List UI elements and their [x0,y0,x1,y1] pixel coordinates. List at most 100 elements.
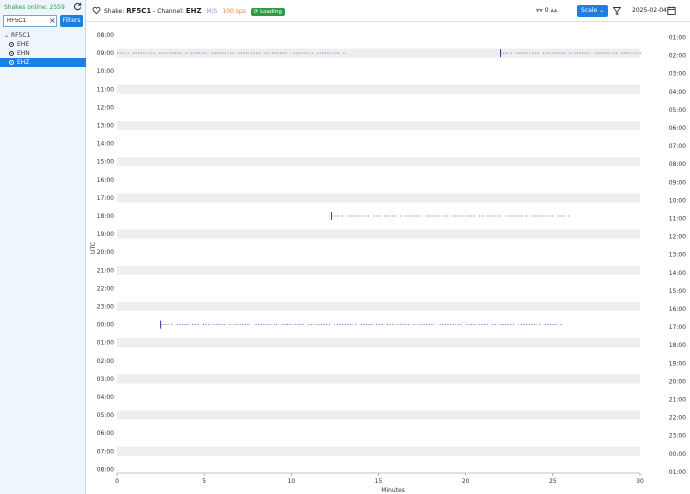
clear-icon[interactable]: × [49,16,56,26]
decrease-gain-icon[interactable]: ⩔⩔ [536,7,543,14]
station-tree: ⌄ RF5C1 EHE EHN EHZ [0,31,86,67]
right-time-label: 08:00 [669,161,686,168]
right-time-label: 10:00 [669,197,686,204]
filters-button[interactable]: Filters [60,15,83,27]
station-label: RF5C1 [10,32,31,39]
row-band [117,410,640,420]
right-time-label: 15:00 [669,288,686,295]
filter-icon[interactable] [613,5,621,17]
row-bands [117,48,640,456]
row-band [117,84,640,94]
channel-item-ehz[interactable]: EHZ [0,58,86,67]
right-time-label: 06:00 [669,125,686,132]
trace [160,320,562,329]
right-time-label: 02:00 [669,53,686,60]
x-tick-label: 20 [462,478,470,485]
x-axis-label: Minutes [381,487,405,494]
left-time-label: 15:00 [97,159,114,166]
x-tick-label: 5 [202,478,206,485]
shakes-online-count: Shakes online: 2559 [4,4,65,11]
x-axis-ticks: 0 5 10 15 20 25 30 [115,473,644,485]
left-time-label: 21:00 [97,267,114,274]
right-time-label: 07:00 [669,143,686,150]
helicorder-chart: 08:00 09:00 10:00 11:00 12:00 13:00 14:00 15:00… [90,32,686,494]
left-time-label: 08:00 [97,466,114,473]
heart-icon[interactable] [92,6,101,15]
right-time-label: 01:00 [669,35,686,42]
row-band [117,338,640,348]
left-time-label: 04:00 [97,394,114,401]
left-time-label: 00:00 [97,322,114,329]
scale-button[interactable]: Scale ⌄ [577,5,609,17]
right-time-label: 04:00 [669,89,686,96]
scale-label: Scale [581,7,598,14]
date-field[interactable]: 2025-02-04 [632,5,667,17]
x-tick-label: 15 [375,478,383,485]
row-band [117,229,640,239]
refresh-icon[interactable] [73,2,82,11]
calendar-icon[interactable] [667,5,676,17]
shake-name: RF5C1 [126,7,152,15]
gain-counter: 0 [544,7,549,14]
radio-icon [9,60,14,65]
left-time-label: 19:00 [97,231,114,238]
right-time-label: 18:00 [669,342,686,349]
left-time-label: 09:00 [97,50,114,57]
left-time-label: 08:00 [97,32,114,39]
left-time-label: 14:00 [97,141,114,148]
x-tick-label: 10 [288,478,296,485]
right-time-label: 11:00 [669,216,686,223]
row-band [117,121,640,130]
right-time-labels: 01:00 02:00 03:00 04:00 05:00 06:00 07:00 08:00… [669,35,686,476]
right-time-label: 00:00 [669,451,686,458]
x-tick-label: 0 [115,478,119,485]
right-time-label: 17:00 [669,324,686,331]
loading-label: Loading [260,9,282,15]
right-time-label: 23:00 [669,433,686,440]
left-time-label: 18:00 [97,213,114,220]
left-time-label: 20:00 [97,249,114,256]
y-axis-label: UTC [90,242,97,254]
units-label: M/S [206,8,218,15]
increase-gain-icon[interactable]: ⩓⩓ [550,7,557,14]
left-time-label: 07:00 [97,448,114,455]
x-tick-label: 30 [636,478,644,485]
radio-icon [9,51,14,56]
right-time-label: 09:00 [669,179,686,186]
right-time-label: 16:00 [669,306,686,313]
channel-prefix: - Channel: [153,8,184,15]
right-time-label: 21:00 [669,397,686,404]
channel-item-ehn[interactable]: EHN [0,49,86,58]
channel-item-ehe[interactable]: EHE [0,40,86,49]
left-time-labels: 08:00 09:00 10:00 11:00 12:00 13:00 14:00 15:00… [97,32,114,473]
left-time-label: 10:00 [97,68,114,75]
header-toolbar: Shake: RF5C1 - Channel: EHZ M/S 100 sps … [86,0,690,22]
sps-label: 100 sps [222,8,246,15]
right-time-label: 01:00 [669,469,686,476]
row-band [117,265,640,275]
trace [330,212,570,220]
gain-control[interactable]: ⩔⩔ 0 ⩓⩓ [536,5,557,17]
row-band [117,193,640,203]
right-time-label: 05:00 [669,107,686,114]
left-time-label: 05:00 [97,412,114,419]
left-time-label: 13:00 [97,123,114,130]
right-time-label: 14:00 [669,270,686,277]
channel-name: EHZ [185,7,202,15]
channel-label: EHE [17,41,30,48]
radio-icon [9,42,14,47]
right-time-label: 22:00 [669,415,686,422]
right-time-label: 03:00 [669,71,686,78]
left-time-label: 12:00 [97,104,114,111]
left-time-label: 02:00 [97,358,114,365]
right-time-label: 12:00 [669,234,686,241]
left-time-label: 16:00 [97,177,114,184]
row-band [117,374,640,384]
tree-root-station[interactable]: ⌄ RF5C1 [0,31,86,40]
row-band [117,446,640,456]
channel-label: EHZ [17,59,30,66]
loading-badge: ⟳ Loading [250,8,285,16]
left-time-label: 11:00 [97,86,114,93]
left-time-label: 01:00 [97,340,114,347]
right-time-label: 13:00 [669,252,686,259]
